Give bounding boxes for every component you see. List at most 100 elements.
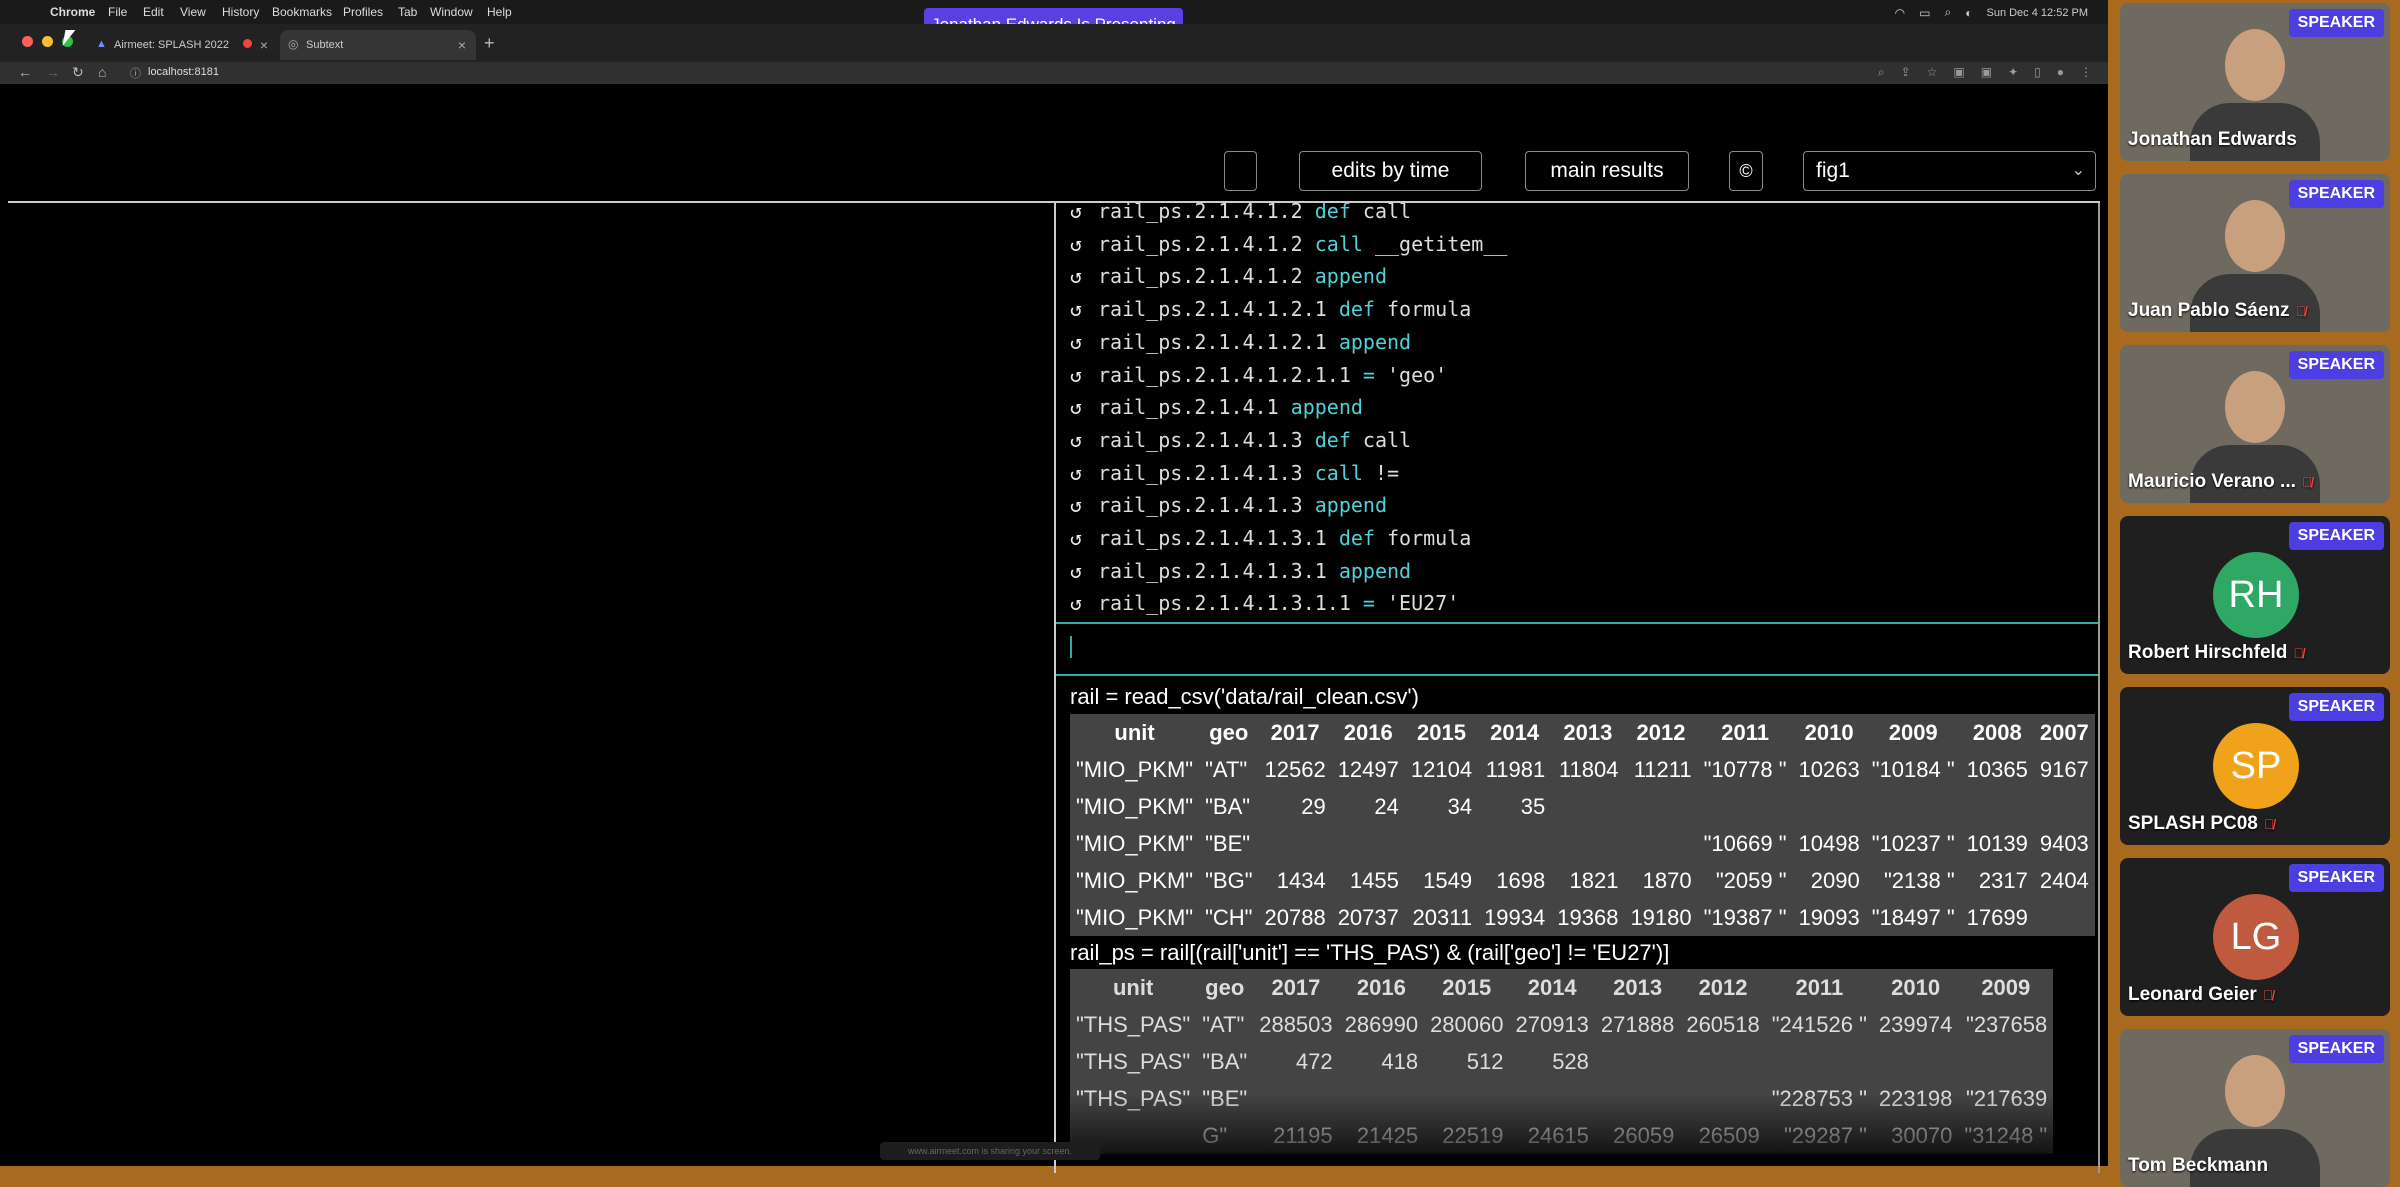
video-feed	[2225, 29, 2285, 101]
sidebar-icon[interactable]: ▯	[2034, 65, 2041, 80]
extension-icon[interactable]: ▣	[1953, 65, 1964, 80]
control-center-icon[interactable]: ◐	[1965, 6, 1972, 20]
trace-path: rail_ps.2.1.4.1.2	[1098, 203, 1303, 223]
trace-row[interactable]: ↺ rail_ps.2.1.4.1 append	[1070, 391, 1375, 423]
undo-icon[interactable]: ↺	[1070, 522, 1098, 554]
menu-edit[interactable]: Edit	[143, 5, 164, 19]
trace-row[interactable]: ↺ rail_ps.2.1.4.1.2 call __getitem__	[1070, 228, 1507, 260]
trace-row[interactable]: ↺ rail_ps.2.1.4.1.2.1 append	[1070, 326, 1423, 358]
menu-bookmarks[interactable]: Bookmarks	[272, 5, 332, 19]
home-icon[interactable]: ⌂	[98, 64, 106, 80]
forward-icon[interactable]: →	[46, 64, 60, 80]
reload-icon[interactable]: ↻	[72, 64, 84, 81]
menu-window[interactable]: Window	[430, 5, 473, 19]
close-window-button[interactable]	[22, 36, 33, 47]
recording-icon	[243, 39, 252, 48]
more-menu-icon[interactable]: ⋮	[2080, 65, 2092, 80]
share-icon[interactable]: ⇪	[1901, 65, 1911, 80]
table-cell	[1551, 788, 1624, 825]
participant-tile[interactable]: SPEAKER Jonathan Edwards	[2120, 3, 2390, 161]
site-info-icon[interactable]: ⓘ	[130, 65, 141, 81]
trace-row[interactable]: ↺ rail_ps.2.1.4.1.3.1.1 = 'EU27'	[1070, 587, 1459, 619]
trace-row[interactable]: ↺ rail_ps.2.1.4.1.2 append	[1070, 260, 1399, 292]
menu-help[interactable]: Help	[487, 5, 512, 19]
trace-path: rail_ps.2.1.4.1.3	[1098, 460, 1303, 485]
undo-icon[interactable]: ↺	[1070, 228, 1098, 260]
undo-icon[interactable]: ↺	[1070, 555, 1098, 587]
tab-airmeet[interactable]: ▲ Airmeet: SPLASH 2022 ×	[88, 30, 278, 60]
menu-status-area: ◠ ▭ ⌕ ◐ Sun Dec 4 12:52 PM	[1895, 5, 2088, 20]
undo-icon[interactable]: ↺	[1070, 326, 1098, 358]
table-cell	[1624, 788, 1697, 825]
column-header: 2010	[1891, 974, 1941, 1000]
table-cell: "10237 "	[1871, 830, 1955, 856]
trace-row[interactable]: ↺ rail_ps.2.1.4.1.3.1 append	[1070, 555, 1423, 587]
participant-tile[interactable]: SPEAKER Juan Pablo Sáenz 🎙̸	[2120, 174, 2390, 332]
wifi-icon[interactable]: ◠	[1895, 6, 1905, 20]
undo-icon[interactable]: ↺	[1070, 587, 1098, 619]
menu-chrome[interactable]: Chrome	[50, 5, 95, 19]
table-cell: "AT"	[1205, 756, 1248, 782]
command-input[interactable]	[1056, 622, 2098, 676]
table-cell: 11981	[1485, 756, 1546, 782]
minimize-window-button[interactable]	[42, 36, 53, 47]
participant-tile[interactable]: LG SPEAKER Leonard Geier 🎙̸	[2120, 858, 2390, 1016]
back-icon[interactable]: ←	[18, 64, 32, 80]
trace-op: def	[1338, 526, 1375, 550]
menu-tab[interactable]: Tab	[398, 5, 417, 19]
copyright-circle-icon[interactable]: ©	[1729, 151, 1763, 191]
edits-by-time-button[interactable]: edits by time	[1299, 151, 1482, 191]
chevron-down-icon: ⌄	[2071, 162, 2085, 179]
close-tab-icon[interactable]: ×	[260, 37, 268, 53]
participant-tile[interactable]: SPEAKER Tom Beckmann	[2120, 1029, 2390, 1187]
trace-row[interactable]: ↺ rail_ps.2.1.4.1.3 def call	[1070, 424, 1411, 456]
column-header: 2007	[2039, 719, 2089, 745]
trace-row[interactable]: ↺ rail_ps.2.1.4.1.2 def call	[1070, 203, 1411, 227]
search-icon[interactable]: ⌕	[1945, 5, 1952, 20]
figure-select[interactable]: fig1 ⌄	[1803, 151, 2096, 191]
extension-icon[interactable]: ▣	[1981, 65, 1992, 80]
pane-divider[interactable]	[1054, 203, 1056, 1173]
table-cell: 1821	[1569, 867, 1619, 893]
trace-row[interactable]: ↺ rail_ps.2.1.4.1.3 append	[1070, 489, 1399, 521]
menu-history[interactable]: History	[222, 5, 259, 19]
address-bar[interactable]: localhost:8181	[148, 66, 219, 78]
trace-row[interactable]: ↺ rail_ps.2.1.4.1.2.1.1 = 'geo'	[1070, 359, 1447, 391]
table-cell: 29	[1301, 793, 1326, 819]
tab-subtext[interactable]: ◎ Subtext ×	[280, 30, 476, 60]
undo-icon[interactable]: ↺	[1070, 489, 1098, 521]
table-cell: 1870	[1642, 867, 1692, 893]
trace-row[interactable]: ↺ rail_ps.2.1.4.1.3.1 def formula	[1070, 522, 1471, 554]
bookmark-star-icon[interactable]: ☆	[1927, 65, 1938, 80]
undo-icon[interactable]: ↺	[1070, 424, 1098, 456]
participant-tile[interactable]: RH SPEAKER Robert Hirschfeld 🎙̸	[2120, 516, 2390, 674]
undo-icon[interactable]: ↺	[1070, 457, 1098, 489]
zoom-icon[interactable]: ⌕	[1878, 65, 1885, 80]
participant-name-row: Mauricio Verano ... 🎙̸	[2128, 471, 2312, 493]
puzzle-icon[interactable]: ✦	[2008, 65, 2018, 80]
participant-tile[interactable]: SP SPEAKER SPLASH PC08 🎙̸	[2120, 687, 2390, 845]
main-results-button[interactable]: main results	[1525, 151, 1689, 191]
undo-icon[interactable]: ↺	[1070, 293, 1098, 325]
menu-profiles[interactable]: Profiles	[343, 5, 383, 19]
column-header: 2016	[1356, 974, 1406, 1000]
trace-row[interactable]: ↺ rail_ps.2.1.4.1.3 call !=	[1070, 457, 1399, 489]
menu-file[interactable]: File	[108, 5, 127, 19]
undo-icon[interactable]: ↺	[1070, 203, 1098, 227]
table-cell	[1873, 1043, 1958, 1080]
battery-icon[interactable]: ▭	[1919, 6, 1930, 20]
new-tab-button[interactable]: +	[484, 33, 495, 54]
table-cell	[1766, 1043, 1873, 1080]
trace-row[interactable]: ↺ rail_ps.2.1.4.1.2.1 def formula	[1070, 293, 1471, 325]
close-tab-icon[interactable]: ×	[458, 37, 466, 53]
video-feed	[2225, 1055, 2285, 1127]
undo-icon[interactable]: ↺	[1070, 391, 1098, 423]
undo-icon[interactable]: ↺	[1070, 359, 1098, 391]
trace-path: rail_ps.2.1.4.1.2.1	[1098, 329, 1327, 354]
participant-tile[interactable]: SPEAKER Mauricio Verano ... 🎙̸	[2120, 345, 2390, 503]
table-cell	[1698, 788, 1793, 825]
profile-icon[interactable]: ●	[2057, 65, 2064, 80]
menu-view[interactable]: View	[180, 5, 206, 19]
undo-icon[interactable]: ↺	[1070, 260, 1098, 292]
blank-button[interactable]	[1224, 151, 1257, 191]
